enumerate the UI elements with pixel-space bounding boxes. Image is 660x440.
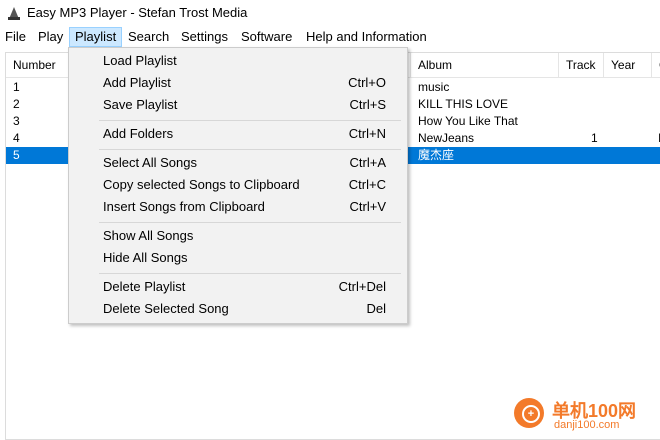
menu-separator <box>99 222 401 223</box>
menu-item-copy-selected-songs[interactable]: Copy selected Songs to Clipboard Ctrl+C <box>69 174 407 196</box>
playlist-dropdown-menu: Load Playlist Add Playlist Ctrl+O Save P… <box>68 47 408 324</box>
menu-item-shortcut: Ctrl+N <box>348 126 386 141</box>
cell-number: 1 <box>13 80 20 94</box>
cell-album: 魔杰座 <box>418 148 455 162</box>
menu-separator <box>99 120 401 121</box>
menu-item-shortcut: Ctrl+C <box>348 177 386 192</box>
menu-item-delete-selected-song[interactable]: Delete Selected Song Del <box>69 298 407 320</box>
column-header-extra[interactable]: G <box>652 53 660 77</box>
cell-number: 3 <box>13 114 20 128</box>
menu-item-label: Delete Selected Song <box>103 301 229 316</box>
menu-item-label: Add Folders <box>103 126 174 141</box>
plus-icon: + <box>514 398 544 428</box>
window-title: Easy MP3 Player - Stefan Trost Media <box>27 5 248 20</box>
cell-album: How You Like That <box>418 114 518 128</box>
menu-item-label: Load Playlist <box>103 53 177 68</box>
cell-number: 2 <box>13 97 20 111</box>
menu-software[interactable]: Software <box>236 28 297 46</box>
menu-settings[interactable]: Settings <box>176 28 233 46</box>
menu-item-add-playlist[interactable]: Add Playlist Ctrl+O <box>69 72 407 94</box>
column-header-track[interactable]: Track <box>559 53 604 77</box>
menu-item-label: Copy selected Songs to Clipboard <box>103 177 300 192</box>
menu-item-label: Show All Songs <box>103 228 194 243</box>
cell-album: music <box>418 80 450 94</box>
title-bar: Easy MP3 Player - Stefan Trost Media <box>0 0 660 26</box>
menu-help-and-information[interactable]: Help and Information <box>301 28 432 46</box>
mp3-player-icon <box>8 7 20 20</box>
menu-search[interactable]: Search <box>123 28 174 46</box>
menu-item-shortcut: Ctrl+A <box>349 155 386 170</box>
menu-item-insert-songs[interactable]: Insert Songs from Clipboard Ctrl+V <box>69 196 407 218</box>
cell-album: NewJeans <box>418 131 475 145</box>
menu-item-delete-playlist[interactable]: Delete Playlist Ctrl+Del <box>69 276 407 298</box>
menu-item-select-all-songs[interactable]: Select All Songs Ctrl+A <box>69 152 407 174</box>
menu-item-hide-all-songs[interactable]: Hide All Songs <box>69 247 407 269</box>
menu-item-label: Insert Songs from Clipboard <box>103 199 265 214</box>
menu-item-shortcut: Ctrl+O <box>348 75 386 90</box>
cell-track: 1 <box>591 131 598 145</box>
watermark-url: danji100.com <box>554 419 620 431</box>
menu-item-shortcut: Del <box>366 301 386 316</box>
menu-item-label: Select All Songs <box>103 155 197 170</box>
site-watermark: + 单机100网 danji100.com <box>510 395 660 438</box>
menu-item-shortcut: Ctrl+V <box>349 199 386 214</box>
column-header-year[interactable]: Year <box>604 53 652 77</box>
menu-item-label: Delete Playlist <box>103 279 186 294</box>
menu-item-shortcut: Ctrl+S <box>349 97 386 112</box>
menu-item-show-all-songs[interactable]: Show All Songs <box>69 225 407 247</box>
cell-number: 5 <box>13 148 20 162</box>
cell-album: KILL THIS LOVE <box>418 97 509 111</box>
menu-bar: File Play Playlist Search Settings Softw… <box>0 26 660 48</box>
menu-separator <box>99 273 401 274</box>
cell-number: 4 <box>13 131 20 145</box>
cell-extra: I <box>658 131 660 145</box>
menu-item-shortcut: Ctrl+Del <box>338 279 386 294</box>
menu-item-load-playlist[interactable]: Load Playlist <box>69 50 407 72</box>
menu-item-label: Save Playlist <box>103 97 178 112</box>
column-header-album[interactable]: Album <box>411 53 559 77</box>
menu-item-label: Hide All Songs <box>103 250 188 265</box>
menu-item-add-folders[interactable]: Add Folders Ctrl+N <box>69 123 407 145</box>
menu-file[interactable]: File <box>0 28 31 46</box>
menu-play[interactable]: Play <box>33 28 68 46</box>
menu-item-label: Add Playlist <box>103 75 171 90</box>
menu-playlist[interactable]: Playlist <box>69 27 123 47</box>
menu-separator <box>99 149 401 150</box>
menu-item-save-playlist[interactable]: Save Playlist Ctrl+S <box>69 94 407 116</box>
